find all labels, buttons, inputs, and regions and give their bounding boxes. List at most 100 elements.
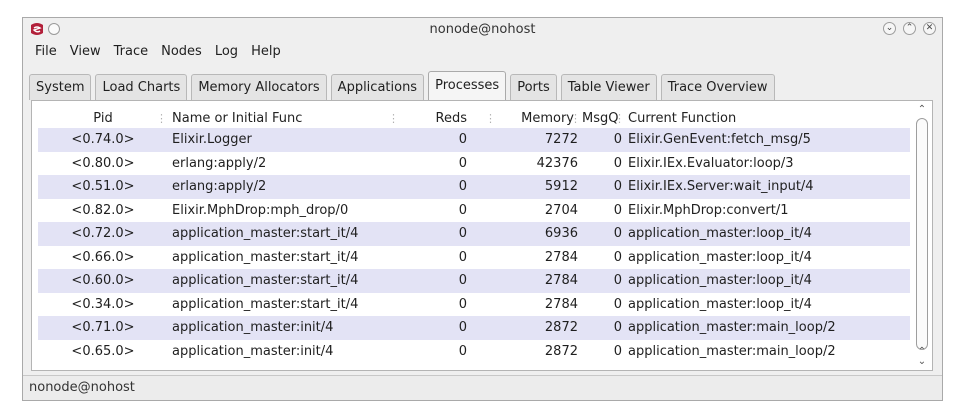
msgq-cell: 0 bbox=[613, 179, 622, 194]
status-bar: nonode@nohost bbox=[23, 375, 942, 400]
col-header-msgq[interactable]: MsgQ bbox=[582, 110, 626, 128]
function-cell: application_master:loop_it/4 bbox=[628, 226, 812, 241]
table-row[interactable]: <0.65.0> application_master:init/4 0 287… bbox=[38, 340, 910, 364]
processes-panel: Pid Name or Initial Func Reds Memory Msg… bbox=[31, 100, 933, 371]
pid-cell: <0.72.0> bbox=[71, 226, 135, 241]
col-header-current-function[interactable]: Current Function bbox=[626, 110, 910, 128]
window-title: nonode@nohost bbox=[429, 22, 536, 37]
msgq-cell: 0 bbox=[613, 155, 622, 171]
reds-cell: 0 bbox=[458, 155, 467, 171]
function-cell: application_master:loop_it/4 bbox=[628, 296, 812, 312]
msgq-cell: 0 bbox=[613, 132, 622, 147]
reds-cell: 0 bbox=[458, 296, 467, 312]
tab-load-charts[interactable]: Load Charts bbox=[95, 74, 188, 100]
col-header-pid[interactable]: Pid bbox=[38, 110, 168, 128]
scroll-up-icon[interactable]: ⌃ bbox=[915, 104, 929, 116]
memory-cell: 2784 bbox=[544, 273, 578, 288]
reds-cell: 0 bbox=[458, 320, 467, 335]
name-cell: application_master:start_it/4 bbox=[172, 249, 359, 265]
pid-cell: <0.74.0> bbox=[71, 132, 135, 147]
function-cell: application_master:main_loop/2 bbox=[628, 343, 836, 359]
menu-trace[interactable]: Trace bbox=[108, 42, 156, 62]
scrollbar-thumb[interactable] bbox=[916, 118, 928, 350]
menu-view[interactable]: View bbox=[64, 42, 108, 62]
menu-log[interactable]: Log bbox=[209, 42, 245, 62]
pid-cell: <0.65.0> bbox=[71, 343, 135, 359]
minimize-icon[interactable]: ⌄ bbox=[883, 22, 896, 35]
pid-cell: <0.71.0> bbox=[71, 320, 135, 335]
vertical-scrollbar[interactable]: ⌃ ⌃ ⌄ bbox=[915, 104, 929, 367]
reds-cell: 0 bbox=[458, 202, 467, 218]
function-cell: application_master:loop_it/4 bbox=[628, 273, 812, 288]
reds-cell: 0 bbox=[458, 179, 467, 194]
pid-cell: <0.34.0> bbox=[71, 296, 135, 312]
msgq-cell: 0 bbox=[613, 202, 622, 218]
scroll-down-icon[interactable]: ⌃ ⌄ bbox=[915, 347, 929, 367]
name-cell: application_master:start_it/4 bbox=[172, 296, 359, 312]
name-cell: Elixir.MphDrop:mph_drop/0 bbox=[172, 202, 349, 218]
memory-cell: 5912 bbox=[544, 179, 578, 194]
name-cell: application_master:init/4 bbox=[172, 320, 334, 335]
tab-bar: System Load Charts Memory Allocators App… bbox=[29, 70, 779, 101]
reds-cell: 0 bbox=[458, 273, 467, 288]
name-cell: Elixir.Logger bbox=[172, 132, 252, 147]
reds-cell: 0 bbox=[458, 226, 467, 241]
function-cell: application_master:main_loop/2 bbox=[628, 320, 836, 335]
tab-processes[interactable]: Processes bbox=[428, 71, 507, 101]
col-header-reds[interactable]: Reds bbox=[400, 110, 497, 128]
memory-cell: 6936 bbox=[544, 226, 578, 241]
msgq-cell: 0 bbox=[613, 249, 622, 265]
tab-memory-allocators[interactable]: Memory Allocators bbox=[191, 74, 327, 100]
reds-cell: 0 bbox=[458, 343, 467, 359]
table-row[interactable]: <0.51.0> erlang:apply/2 0 5912 0 Elixir.… bbox=[38, 175, 910, 199]
msgq-cell: 0 bbox=[613, 296, 622, 312]
menubar: File View Trace Nodes Log Help bbox=[23, 42, 288, 62]
msgq-cell: 0 bbox=[613, 226, 622, 241]
function-cell: Elixir.GenEvent:fetch_msg/5 bbox=[628, 132, 811, 147]
close-icon[interactable]: ✕ bbox=[923, 22, 936, 35]
name-cell: erlang:apply/2 bbox=[172, 179, 267, 194]
table-row[interactable]: <0.34.0> application_master:start_it/4 0… bbox=[38, 293, 910, 317]
titlebar[interactable]: nonode@nohost ⌄ ⌃ ✕ bbox=[23, 18, 942, 40]
col-header-name[interactable]: Name or Initial Func bbox=[168, 110, 400, 128]
function-cell: application_master:loop_it/4 bbox=[628, 249, 812, 265]
maximize-icon[interactable]: ⌃ bbox=[903, 22, 916, 35]
memory-cell: 2784 bbox=[544, 249, 578, 265]
menu-help[interactable]: Help bbox=[245, 42, 288, 62]
tab-ports[interactable]: Ports bbox=[510, 74, 557, 100]
memory-cell: 7272 bbox=[544, 132, 578, 147]
table-row[interactable]: <0.82.0> Elixir.MphDrop:mph_drop/0 0 270… bbox=[38, 199, 910, 223]
tab-applications[interactable]: Applications bbox=[330, 74, 425, 100]
table-row[interactable]: <0.71.0> application_master:init/4 0 287… bbox=[38, 316, 910, 340]
menu-file[interactable]: File bbox=[29, 42, 64, 62]
process-table: <0.74.0> Elixir.Logger 0 7272 0 Elixir.G… bbox=[38, 128, 910, 363]
table-row[interactable]: <0.72.0> application_master:start_it/4 0… bbox=[38, 222, 910, 246]
pid-cell: <0.66.0> bbox=[71, 249, 135, 265]
name-cell: application_master:start_it/4 bbox=[172, 273, 359, 288]
msgq-cell: 0 bbox=[613, 320, 622, 335]
table-header: Pid Name or Initial Func Reds Memory Msg… bbox=[38, 110, 910, 128]
observer-window: nonode@nohost ⌄ ⌃ ✕ File View Trace Node… bbox=[22, 17, 943, 401]
name-cell: application_master:start_it/4 bbox=[172, 226, 359, 241]
tab-table-viewer[interactable]: Table Viewer bbox=[560, 74, 657, 100]
table-row[interactable]: <0.66.0> application_master:start_it/4 0… bbox=[38, 246, 910, 270]
menu-nodes[interactable]: Nodes bbox=[155, 42, 209, 62]
pid-cell: <0.60.0> bbox=[71, 273, 135, 288]
memory-cell: 2784 bbox=[544, 296, 578, 312]
table-row[interactable]: <0.60.0> application_master:start_it/4 0… bbox=[38, 269, 910, 293]
pid-cell: <0.51.0> bbox=[71, 179, 135, 194]
reds-cell: 0 bbox=[458, 249, 467, 265]
memory-cell: 2704 bbox=[544, 202, 578, 218]
memory-cell: 42376 bbox=[536, 155, 578, 171]
status-text: nonode@nohost bbox=[29, 380, 135, 395]
reds-cell: 0 bbox=[458, 132, 467, 147]
function-cell: Elixir.MphDrop:convert/1 bbox=[628, 202, 789, 218]
memory-cell: 2872 bbox=[544, 343, 578, 359]
col-header-memory[interactable]: Memory bbox=[497, 110, 582, 128]
tab-system[interactable]: System bbox=[29, 74, 92, 100]
table-row[interactable]: <0.74.0> Elixir.Logger 0 7272 0 Elixir.G… bbox=[38, 128, 910, 152]
table-row[interactable]: <0.80.0> erlang:apply/2 0 42376 0 Elixir… bbox=[38, 152, 910, 176]
function-cell: Elixir.IEx.Evaluator:loop/3 bbox=[628, 155, 794, 171]
name-cell: erlang:apply/2 bbox=[172, 155, 267, 171]
tab-trace-overview[interactable]: Trace Overview bbox=[660, 74, 775, 100]
